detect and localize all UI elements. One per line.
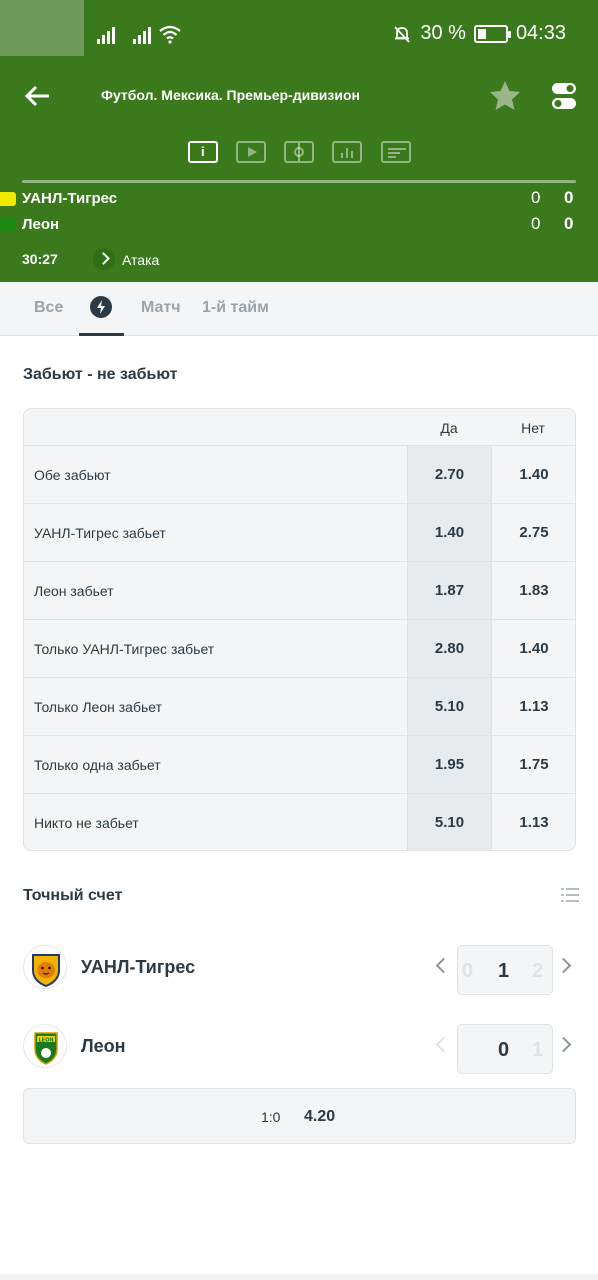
team-away-name: Леон [22,216,60,233]
league-title: Футбол. Мексика. Премьер-дивизион [101,87,360,103]
result-odds: 4.20 [304,1108,336,1125]
odds-row-label: Только Леон забьет [34,699,162,715]
odds-yes-button[interactable]: 2.70 [407,446,491,503]
attack-arrow-icon [93,248,115,270]
tab-live[interactable] [79,282,124,336]
home-score-stepper[interactable]: 0 1 2 [457,945,553,995]
odds-row: Леон забьет 1.87 1.83 [24,562,575,620]
view-tabs [0,141,598,165]
away-increase-button[interactable] [555,1036,572,1053]
tigres-logo [23,945,67,989]
away-team-name: Леон [81,1036,126,1056]
market-filter-tabs: Все Матч 1-й тайм [0,282,598,336]
odds-yes-button[interactable]: 5.10 [407,678,491,735]
team-home-color [0,192,16,206]
signal-icon [97,24,119,44]
odds-yes-button[interactable]: 2.80 [407,620,491,677]
odds-row-label: Леон забьет [34,583,114,599]
tab-first-half[interactable]: 1-й тайм [202,299,269,317]
odds-yes-button[interactable]: 1.40 [407,504,491,561]
away-score-stepper[interactable]: 0 1 [457,1024,553,1074]
correct-score-home-row: УАНЛ-Тигрес 0 1 2 [23,945,576,997]
battery-icon [473,24,511,43]
divider [22,180,576,183]
odds-row: Обе забьют 2.70 1.40 [24,446,575,504]
odds-row: Никто не забьет 5.10 1.13 [24,794,575,850]
away-score-current: 0 [498,1039,510,1061]
lightning-icon [90,296,112,318]
tab-match[interactable]: Матч [141,299,181,317]
list-icon[interactable] [561,887,579,903]
team-home-row: УАНЛ-Тигрес 0 0 [0,187,598,211]
match-event: Атака [122,252,160,268]
odds-table: Да Нет Обе забьют 2.70 1.40 УАНЛ-Тигрес заб… [23,408,576,851]
scoreboard-icon[interactable] [381,141,411,163]
tab-all[interactable]: Все [34,299,63,317]
home-score-prev: 0 [462,960,474,982]
odds-no-button[interactable]: 1.13 [491,794,575,850]
team-away-row: Леон 0 0 [0,213,598,237]
home-score-next: 2 [532,960,544,982]
away-score-next: 1 [532,1039,544,1061]
odds-row: Только одна забьет 1.95 1.75 [24,736,575,794]
bottom-edge [0,1274,598,1280]
odds-no-button[interactable]: 1.75 [491,736,575,793]
correct-score-away-row: LEON Леон 0 1 [23,1024,576,1076]
home-decrease-button[interactable] [434,957,452,974]
video-icon[interactable] [236,141,266,163]
odds-row-label: Никто не забьет [34,815,139,831]
svg-text:LEON: LEON [38,1037,53,1043]
team-away-score-half: 0 [531,214,541,233]
odds-row: Только УАНЛ-Тигрес забьет 2.80 1.40 [24,620,575,678]
odds-no-button[interactable]: 1.83 [491,562,575,619]
toggle-icon[interactable] [551,82,577,110]
col-yes-header: Да [440,420,458,436]
status-bar: 30 % 04:33 [0,0,598,70]
home-team-name: УАНЛ-Тигрес [81,957,196,977]
table-header: Да Нет [24,409,575,446]
status-right: 30 % 04:33 [392,22,566,45]
correct-score-result-button[interactable]: 1:0 4.20 [23,1088,576,1144]
odds-yes-button[interactable]: 5.10 [407,794,491,850]
odds-yes-button[interactable]: 1.87 [407,562,491,619]
battery-percent: 30 % [420,22,466,44]
odds-row: УАНЛ-Тигрес забьет 1.40 2.75 [24,504,575,562]
away-decrease-button[interactable] [434,1036,452,1053]
team-away-score-total: 0 [564,214,574,233]
field-icon[interactable] [284,141,314,163]
odds-row-label: Только УАНЛ-Тигрес забьет [34,641,215,657]
wifi-icon [159,25,181,44]
match-time: 30:27 [22,251,58,267]
team-home-name: УАНЛ-Тигрес [22,190,118,207]
home-score-current: 1 [498,960,510,982]
market-title: Забьют - не забьют [23,366,178,383]
odds-no-button[interactable]: 1.13 [491,678,575,735]
odds-row-label: УАНЛ-Тигрес забьет [34,525,166,541]
result-score: 1:0 [261,1109,281,1125]
odds-no-button[interactable]: 2.75 [491,504,575,561]
odds-no-button[interactable]: 1.40 [491,620,575,677]
home-increase-button[interactable] [555,957,572,974]
bell-off-icon [394,25,411,43]
back-arrow-icon[interactable] [22,80,54,112]
col-no-header: Нет [521,420,545,436]
odds-row-label: Обе забьют [34,467,111,483]
match-header: 30 % 04:33 Футбол. Мексика. Премьер-диви… [0,0,598,282]
team-home-score-half: 0 [531,188,541,207]
stats-icon[interactable] [332,141,362,163]
team-home-score-total: 0 [564,188,574,207]
leon-logo: LEON [23,1024,67,1068]
correct-score-title: Точный счет [23,887,123,904]
info-icon[interactable] [188,141,218,163]
star-icon[interactable] [488,79,522,113]
odds-yes-button[interactable]: 1.95 [407,736,491,793]
team-away-color [0,218,16,232]
status-thumbnail [0,0,84,56]
odds-no-button[interactable]: 1.40 [491,446,575,503]
odds-row-label: Только одна забьет [34,757,161,773]
odds-row: Только Леон забьет 5.10 1.13 [24,678,575,736]
top-bar: Футбол. Мексика. Премьер-дивизион [0,70,598,122]
signal-icon-2 [133,24,155,44]
clock: 04:33 [515,22,566,44]
